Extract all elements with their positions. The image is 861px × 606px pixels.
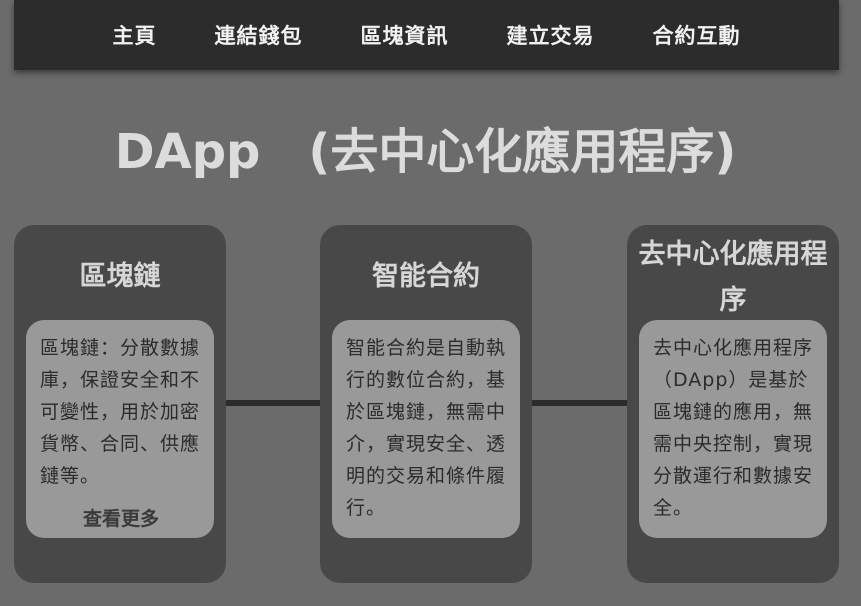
nav-create-transaction[interactable]: 建立交易 [507, 20, 595, 50]
view-more-link[interactable]: 查看更多 [40, 504, 202, 531]
nav-home[interactable]: 主頁 [113, 20, 157, 50]
card-description: 區塊鏈：分散數據庫，保證安全和不可變性，用於加密貨幣、合同、供應鏈等。 [40, 337, 201, 487]
card-blockchain: 區塊鏈 區塊鏈：分散數據庫，保證安全和不可變性，用於加密貨幣、合同、供應鏈等。 … [14, 225, 226, 583]
card-description: 智能合約是自動執行的數位合約，基於區塊鏈，無需中介，實現安全、透明的交易和條件履… [346, 337, 507, 519]
card-body: 智能合約是自動執行的數位合約，基於區塊鏈，無需中介，實現安全、透明的交易和條件履… [332, 320, 520, 538]
nav-block-info[interactable]: 區塊資訊 [361, 20, 449, 50]
connector-line [532, 400, 628, 406]
card-description: 去中心化應用程序（DApp）是基於區塊鏈的應用，無需中央控制，實現分散運行和數據… [653, 337, 814, 519]
nav-connect-wallet[interactable]: 連結錢包 [215, 20, 303, 50]
card-body: 去中心化應用程序（DApp）是基於區塊鏈的應用，無需中央控制，實現分散運行和數據… [639, 320, 827, 538]
card-title: 區塊鏈 [79, 261, 161, 292]
card-dapp: 去中心化應用程序 去中心化應用程序（DApp）是基於區塊鏈的應用，無需中央控制，… [627, 225, 839, 583]
nav-contract-interaction[interactable]: 合約互動 [653, 20, 741, 50]
card-title: 去中心化應用程序 [638, 239, 828, 316]
card-body: 區塊鏈：分散數據庫，保證安全和不可變性，用於加密貨幣、合同、供應鏈等。 查看更多 [26, 320, 214, 538]
connector-line [226, 400, 320, 406]
top-nav: 主頁 連結錢包 區塊資訊 建立交易 合約互動 [14, 0, 839, 70]
page-title: DApp (去中心化應用程序) [114, 124, 737, 180]
card-title: 智能合約 [372, 261, 480, 292]
card-smart-contract: 智能合約 智能合約是自動執行的數位合約，基於區塊鏈，無需中介，實現安全、透明的交… [320, 225, 532, 583]
